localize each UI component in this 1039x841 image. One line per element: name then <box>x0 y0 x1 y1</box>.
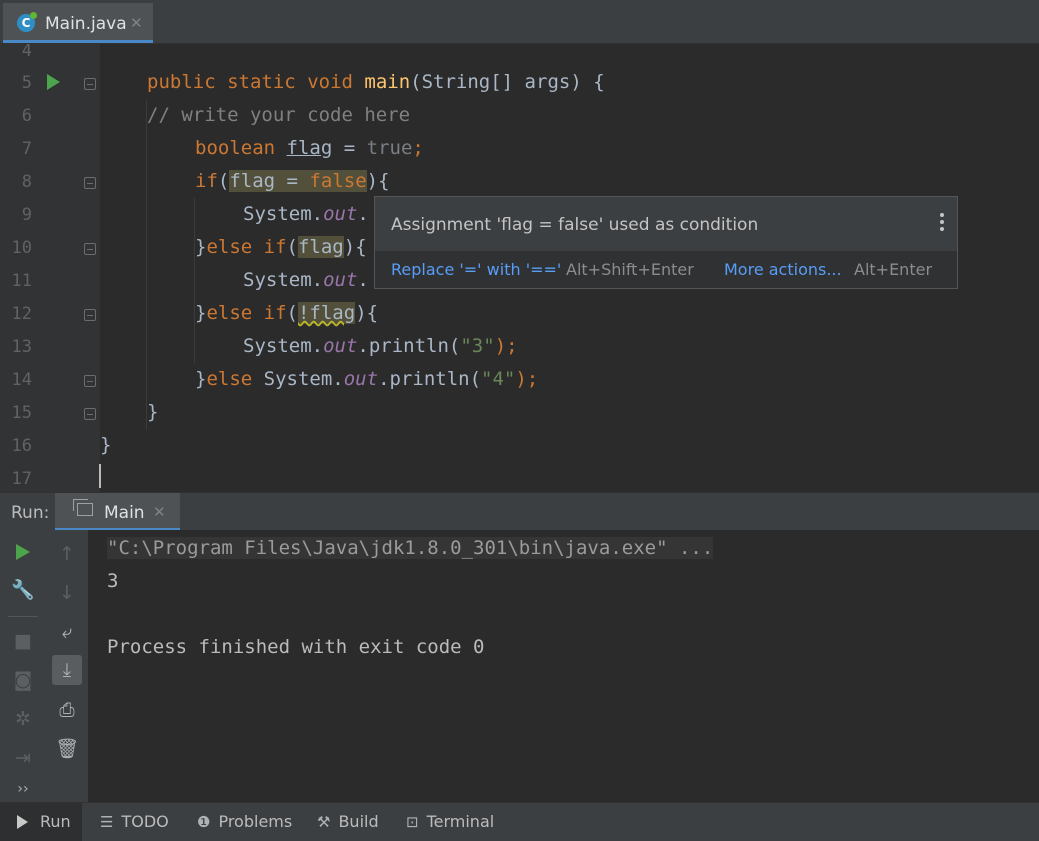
tab-active-indicator <box>3 40 153 43</box>
line-number: 14 <box>11 370 32 390</box>
trash-icon[interactable]: 🗑 <box>52 734 82 764</box>
indent-guide <box>146 100 147 430</box>
text-caret <box>99 464 101 488</box>
toolwindow-run-button[interactable]: Run <box>0 803 82 841</box>
shortcut-hint: Alt+Shift+Enter <box>566 260 694 279</box>
line-number: 5 <box>21 73 32 93</box>
stop-icon[interactable]: ■ <box>8 626 38 656</box>
code-line-9: System.out. <box>243 203 369 225</box>
console-exit-line: Process finished with exit code 0 <box>107 636 485 658</box>
info-icon: ❶ <box>197 813 211 831</box>
toolwindow-run-label: Run <box>40 812 71 831</box>
line-number: 15 <box>11 403 32 423</box>
scroll-to-end-icon[interactable]: ⤓ <box>52 655 82 685</box>
console-output-line: 3 <box>107 570 119 592</box>
run-panel-header: Run: Main ✕ <box>0 492 1039 531</box>
more-actions-link[interactable]: More actions... <box>724 260 842 279</box>
run-tab-label: Main <box>104 503 145 523</box>
up-arrow-icon[interactable]: ↑ <box>52 539 82 569</box>
replace-quick-fix-link[interactable]: Replace '=' with '==' <box>391 260 561 279</box>
line-number: 16 <box>11 436 32 456</box>
rerun-button[interactable] <box>8 537 38 567</box>
code-line-10: }else if(flag){ <box>195 236 367 258</box>
run-tab-close-icon[interactable]: ✕ <box>153 503 166 521</box>
code-line-16: } <box>100 434 112 456</box>
fold-marker-icon[interactable] <box>84 177 96 189</box>
code-line-7: boolean flag = true; <box>195 137 424 159</box>
run-toolbar: 🔧 ■ ◙ ✲ ⇥ ›› ↑ ↓ ⤶ ⤓ ⎙ 🗑 <box>0 530 88 802</box>
code-line-5: public static void main(String[] args) { <box>147 71 605 93</box>
toolwindow-terminal-label: Terminal <box>426 812 495 831</box>
more-tools-icon[interactable]: ›› <box>8 774 38 804</box>
indent-guide <box>194 198 195 363</box>
run-tab-main[interactable]: Main ✕ <box>55 493 180 531</box>
console-command-line: "C:\Program Files\Java\jdk1.8.0_301\bin\… <box>107 537 714 559</box>
code-line-8: if(flag = false){ <box>195 170 390 192</box>
line-number: 9 <box>21 205 32 225</box>
fold-marker-icon[interactable] <box>84 309 96 321</box>
console-window-icon <box>73 499 93 516</box>
line-number: 8 <box>21 172 32 192</box>
play-icon <box>16 544 30 560</box>
fold-marker-icon[interactable] <box>84 375 96 387</box>
editor-tab-bar: C Main.java ✕ <box>0 0 1039 44</box>
editor-gutter: 4 5 6 7 8 9 10 11 12 13 14 15 16 17 <box>0 44 100 492</box>
hammer-icon: ⚒ <box>317 813 331 831</box>
down-arrow-icon[interactable]: ↓ <box>52 578 82 608</box>
code-line-13: System.out.println("3"); <box>243 335 518 357</box>
code-line-11: System.out. <box>243 269 369 291</box>
java-class-icon: C <box>17 12 37 32</box>
toolwindow-build-label: Build <box>338 812 379 831</box>
fold-marker-icon[interactable] <box>84 408 96 420</box>
wrench-icon[interactable]: 🔧 <box>8 575 38 605</box>
line-number: 7 <box>21 139 32 159</box>
quick-fix-bar: Replace '=' with '==' Alt+Shift+Enter Mo… <box>375 251 957 288</box>
console-output[interactable]: "C:\Program Files\Java\jdk1.8.0_301\bin\… <box>88 530 1039 802</box>
shortcut-hint: Alt+Enter <box>854 260 933 279</box>
line-number: 10 <box>11 238 32 258</box>
line-number: 12 <box>11 304 32 324</box>
inspection-popup: Assignment 'flag = false' used as condit… <box>374 196 958 289</box>
line-number: 11 <box>11 271 32 291</box>
tab-main-java[interactable]: C Main.java ✕ <box>3 3 153 43</box>
more-options-icon[interactable] <box>939 213 945 234</box>
play-icon <box>17 815 28 829</box>
inspection-message: Assignment 'flag = false' used as condit… <box>391 215 759 235</box>
toolwindow-problems-label: Problems <box>218 812 293 831</box>
line-number: 4 <box>21 44 32 61</box>
terminal-icon: ⊡ <box>406 813 419 831</box>
list-icon: ☰ <box>100 813 114 831</box>
camera-icon[interactable]: ◙ <box>8 665 38 695</box>
toolwindow-build-button[interactable]: ⚒ Build <box>317 803 379 841</box>
toolwindow-todo-button[interactable]: ☰ TODO <box>100 803 169 841</box>
toolbar-separator <box>8 616 38 617</box>
line-number: 6 <box>21 106 32 126</box>
toolwindow-terminal-button[interactable]: ⊡ Terminal <box>406 803 494 841</box>
line-number: 13 <box>11 337 32 357</box>
code-line-15: } <box>147 401 159 423</box>
run-panel-label: Run: <box>11 503 50 523</box>
code-line-14: }else System.out.println("4"); <box>195 368 539 390</box>
exit-icon[interactable]: ⇥ <box>8 743 38 773</box>
tab-label: Main.java <box>45 14 127 34</box>
fold-marker-icon[interactable] <box>84 78 96 90</box>
debug-bug-icon[interactable]: ✲ <box>8 704 38 734</box>
tab-close-icon[interactable]: ✕ <box>130 14 143 32</box>
soft-wrap-icon[interactable]: ⤶ <box>52 617 82 647</box>
fold-marker-icon[interactable] <box>84 243 96 255</box>
toolwindow-todo-label: TODO <box>121 812 169 831</box>
run-gutter-icon[interactable] <box>47 74 60 90</box>
print-icon[interactable]: ⎙ <box>52 695 82 725</box>
line-number: 17 <box>11 469 32 489</box>
toolwindow-problems-button[interactable]: ❶ Problems <box>197 803 292 841</box>
code-line-6: // write your code here <box>147 104 411 126</box>
code-line-12: }else if(!flag){ <box>195 302 379 324</box>
tool-window-bar: Run ☰ TODO ❶ Problems ⚒ Build ⊡ Terminal <box>0 802 1039 841</box>
